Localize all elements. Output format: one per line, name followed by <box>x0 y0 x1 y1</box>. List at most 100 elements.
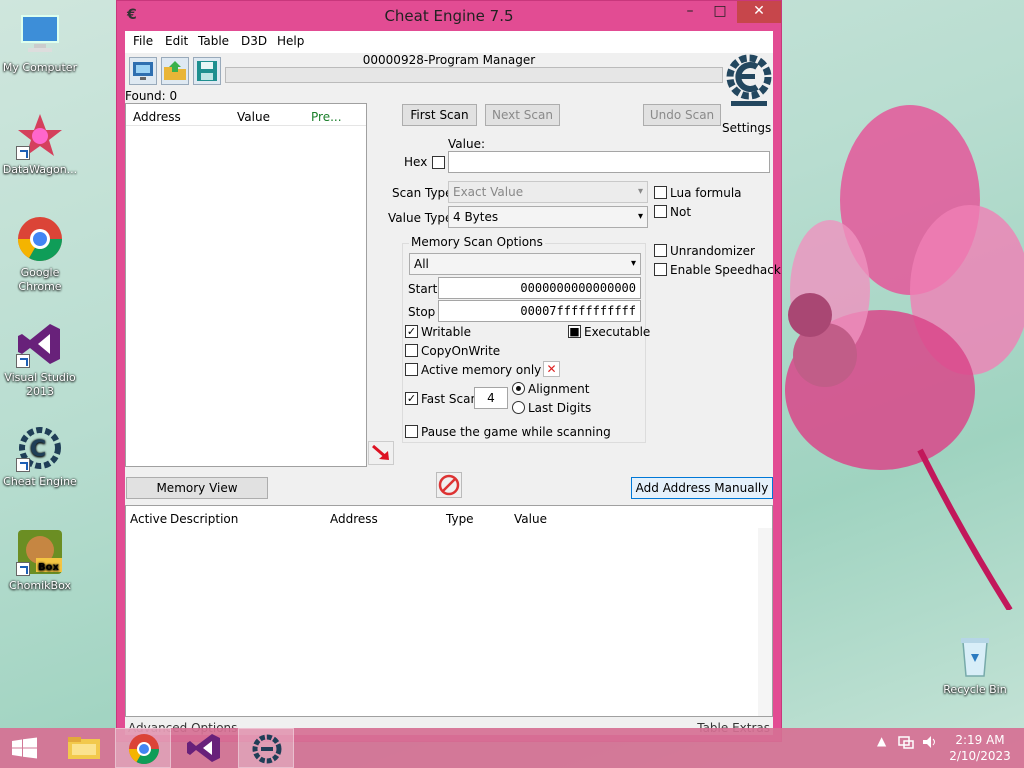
desktop-icon-my-computer[interactable]: My Computer <box>0 10 80 75</box>
arrow-down-right-icon <box>372 444 389 460</box>
desktop-icon-datawagon[interactable]: DataWagon... <box>0 112 80 177</box>
pause-game-checkbox[interactable] <box>405 425 418 438</box>
minimize-button[interactable]: – <box>677 1 703 23</box>
menu-help[interactable]: Help <box>277 34 304 48</box>
volume-icon[interactable] <box>921 734 937 753</box>
cheat-engine-icon <box>252 734 282 764</box>
stop-address-input[interactable]: 00007fffffffffff <box>438 300 641 322</box>
fast-scan-alignment-input[interactable]: 4 <box>474 387 508 409</box>
unrandomizer-label: Unrandomizer <box>670 244 755 258</box>
copyonwrite-label: CopyOnWrite <box>421 344 501 358</box>
desktop-icon-visual-studio[interactable]: Visual Studio 2013 <box>0 320 80 399</box>
visual-studio-icon <box>16 320 64 368</box>
computer-icon <box>16 10 64 58</box>
desktop-icon-recycle-bin[interactable]: Recycle Bin <box>935 632 1015 697</box>
scan-type-label: Scan Type <box>392 186 453 200</box>
scan-type-value: Exact Value <box>453 185 524 199</box>
taskbar-cheat-engine[interactable] <box>238 728 294 768</box>
not-checkbox[interactable] <box>654 205 667 218</box>
save-button[interactable] <box>193 57 221 85</box>
maximize-button[interactable]: □ <box>707 1 733 23</box>
value-input[interactable] <box>448 151 770 173</box>
open-process-button[interactable] <box>129 57 157 85</box>
scan-results-list[interactable]: Address Value Pre... <box>125 103 367 467</box>
desktop-icon-google-chrome[interactable]: Google Chrome <box>0 215 80 294</box>
show-hidden-icons[interactable]: ▲ <box>877 734 886 748</box>
executable-checkbox[interactable]: ■ <box>568 325 581 338</box>
add-results-to-list-button[interactable] <box>368 441 394 465</box>
col-description[interactable]: Description <box>170 512 238 526</box>
cheat-engine-logo-icon <box>726 54 772 106</box>
memory-region-value: All <box>414 257 429 271</box>
no-entry-icon <box>438 474 460 496</box>
alignment-label: Alignment <box>528 382 590 396</box>
memory-region-select[interactable]: All ▾ <box>409 253 641 275</box>
menu-table[interactable]: Table <box>198 34 229 48</box>
stop-scan-button[interactable] <box>436 472 462 498</box>
not-label: Not <box>670 205 692 219</box>
desktop-icon-chomikbox[interactable]: Box ChomikBox <box>0 528 80 593</box>
start-address-input[interactable]: 0000000000000000 <box>438 277 641 299</box>
memory-view-button[interactable]: Memory View <box>126 477 268 499</box>
taskbar-chrome[interactable] <box>115 728 171 768</box>
executable-label: Executable <box>584 325 651 339</box>
copyonwrite-checkbox[interactable] <box>405 344 418 357</box>
writable-checkbox[interactable]: ✓ <box>405 325 418 338</box>
lua-formula-label: Lua formula <box>670 186 742 200</box>
network-icon[interactable] <box>898 734 914 753</box>
undo-scan-button[interactable]: Undo Scan <box>643 104 721 126</box>
windows-logo-icon <box>12 737 37 759</box>
shortcut-arrow-icon <box>16 146 30 160</box>
folder-open-icon <box>164 61 186 80</box>
unrandomizer-checkbox[interactable] <box>654 244 667 257</box>
fast-scan-checkbox[interactable]: ✓ <box>405 392 418 405</box>
first-scan-button[interactable]: First Scan <box>402 104 477 126</box>
col-value[interactable]: Value <box>514 512 547 526</box>
address-table[interactable]: Active Description Address Type Value <box>125 505 773 717</box>
folder-icon <box>68 737 100 759</box>
cheat-engine-logo[interactable] <box>725 53 773 109</box>
add-address-manually-button[interactable]: Add Address Manually <box>631 477 773 499</box>
results-col-address[interactable]: Address <box>133 110 181 124</box>
alignment-radio[interactable] <box>512 382 525 395</box>
value-label: Value: <box>448 137 485 151</box>
speedhack-checkbox[interactable] <box>654 263 667 276</box>
open-file-button[interactable] <box>161 57 189 85</box>
datawagon-icon <box>16 112 64 160</box>
active-memory-only-checkbox[interactable] <box>405 363 418 376</box>
chevron-down-icon: ▾ <box>637 211 643 222</box>
hex-checkbox[interactable] <box>432 156 445 169</box>
taskbar: ▲ 2:19 AM 2/10/2023 <box>0 728 1024 768</box>
results-col-value[interactable]: Value <box>237 110 270 124</box>
settings-link[interactable]: Settings <box>722 121 771 135</box>
svg-text:Box: Box <box>38 562 59 573</box>
chevron-down-icon: ▾ <box>637 186 643 197</box>
close-button[interactable]: ✕ <box>737 1 781 23</box>
taskbar-file-explorer[interactable] <box>56 728 112 768</box>
lua-formula-checkbox[interactable] <box>654 186 667 199</box>
col-type[interactable]: Type <box>446 512 474 526</box>
clear-region-icon[interactable]: ✕ <box>543 361 560 377</box>
chevron-down-icon: ▾ <box>630 258 636 269</box>
next-scan-button[interactable]: Next Scan <box>485 104 560 126</box>
last-digits-radio[interactable] <box>512 401 525 414</box>
vertical-scrollbar[interactable] <box>758 528 772 716</box>
fast-scan-label: Fast Scan <box>421 392 479 406</box>
title-bar[interactable]: € Cheat Engine 7.5 – □ ✕ <box>117 1 781 31</box>
value-type-value: 4 Bytes <box>453 210 499 224</box>
col-active[interactable]: Active <box>130 512 167 526</box>
taskbar-visual-studio[interactable] <box>176 728 232 768</box>
menu-file[interactable]: File <box>133 34 153 48</box>
results-col-previous[interactable]: Pre... <box>311 110 342 124</box>
scan-type-select[interactable]: Exact Value ▾ <box>448 181 648 203</box>
col-address[interactable]: Address <box>330 512 378 526</box>
value-type-select[interactable]: 4 Bytes ▾ <box>448 206 648 228</box>
desktop-icon-cheat-engine[interactable]: C Cheat Engine <box>0 424 80 489</box>
system-clock[interactable]: 2:19 AM 2/10/2023 <box>944 732 1016 764</box>
stop-label: Stop <box>408 305 436 319</box>
menu-edit[interactable]: Edit <box>165 34 188 48</box>
menu-d3d[interactable]: D3D <box>241 34 267 48</box>
active-memory-only-label: Active memory only <box>421 363 542 377</box>
start-button[interactable] <box>0 728 56 768</box>
results-header: Address Value Pre... <box>126 104 366 126</box>
